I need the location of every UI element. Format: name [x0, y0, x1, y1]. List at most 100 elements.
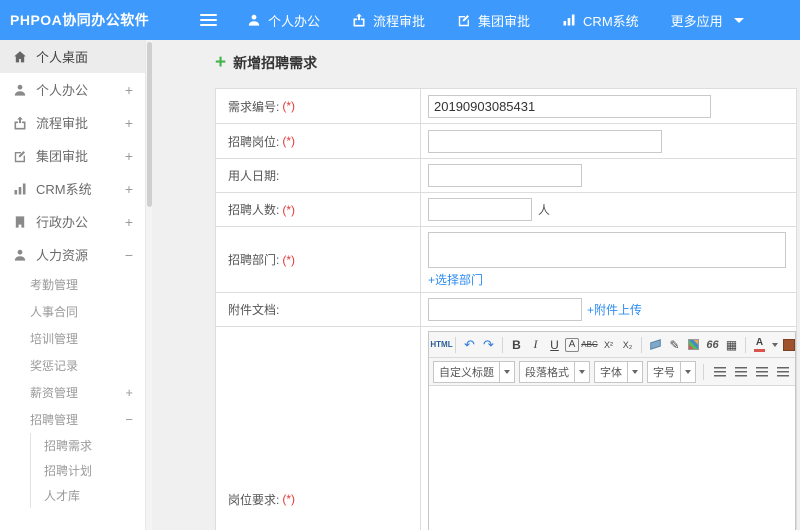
- font-border-button[interactable]: A: [565, 337, 579, 352]
- align-center-button[interactable]: [732, 363, 749, 381]
- font-size-select[interactable]: 字号: [647, 360, 696, 383]
- recruit-request-form: 需求编号: (*) 招聘岗位: (*) 用人日期:: [215, 88, 797, 530]
- palette-icon: [688, 339, 699, 350]
- sidebar-item-rewards[interactable]: 奖惩记录: [0, 352, 145, 379]
- form-row-hire-date: 用人日期:: [216, 159, 796, 193]
- align-right-button[interactable]: [753, 363, 770, 381]
- collapse-icon[interactable]: −: [125, 413, 133, 426]
- underline-button[interactable]: U: [546, 335, 563, 355]
- page-title: 新增招聘需求: [233, 55, 318, 71]
- align-left-button[interactable]: [711, 363, 728, 381]
- headcount-input[interactable]: [428, 198, 532, 221]
- html-source-button[interactable]: HTML: [430, 335, 452, 355]
- label-text: 招聘人数:: [228, 203, 280, 217]
- sidebar-item-label: 人力资源: [36, 248, 89, 263]
- topnav-label: 个人办公: [268, 13, 321, 29]
- eraser-button[interactable]: [647, 335, 664, 355]
- align-justify-icon: [776, 366, 789, 377]
- topbar: PHPOA协同办公软件 个人办公 流程审批 集团审批 CRM系统 更多应用: [0, 0, 800, 40]
- custom-heading-select[interactable]: 自定义标题: [433, 360, 515, 383]
- italic-button[interactable]: I: [527, 335, 544, 355]
- subscript-button[interactable]: X₂: [619, 335, 636, 355]
- editor-content-area[interactable]: [429, 386, 795, 530]
- paragraph-format-select[interactable]: 段落格式: [519, 360, 590, 383]
- color-swatch-button[interactable]: [780, 335, 795, 355]
- attachment-upload-link[interactable]: +附件上传: [587, 301, 642, 318]
- sidebar-item-admin-office[interactable]: 行政办公 +: [0, 205, 145, 238]
- sidebar-item-recruit-mgmt[interactable]: 招聘管理 −: [0, 406, 145, 433]
- select-value: 段落格式: [525, 366, 569, 379]
- toolbar-separator: [502, 336, 503, 353]
- strikethrough-button[interactable]: ABC: [581, 335, 598, 355]
- font-color-label: A: [755, 336, 764, 348]
- sidebar-item-group-approval[interactable]: 集团审批 +: [0, 139, 145, 172]
- topnav-workflow-approval[interactable]: 流程审批: [352, 11, 425, 30]
- hamburger-menu-icon[interactable]: [200, 14, 217, 26]
- sidebar-item-crm[interactable]: CRM系统 +: [0, 172, 145, 205]
- sidebar-item-training[interactable]: 培训管理: [0, 325, 145, 352]
- sidebar-item-personal-office[interactable]: 个人办公 +: [0, 73, 145, 106]
- required-marker: (*): [282, 202, 296, 217]
- department-textarea[interactable]: [428, 232, 786, 268]
- caret-down-icon[interactable]: [772, 342, 778, 347]
- redo-button[interactable]: ↷: [480, 335, 497, 355]
- font-color-bar: [754, 348, 765, 352]
- edit-icon: [12, 149, 28, 163]
- topnav-more-apps[interactable]: 更多应用: [671, 11, 744, 30]
- required-marker: (*): [282, 492, 296, 506]
- undo-button[interactable]: ↶: [461, 335, 478, 355]
- topnav-group-approval[interactable]: 集团审批: [457, 11, 530, 30]
- field-label: 附件文档:: [216, 293, 421, 326]
- sidebar-item-attendance[interactable]: 考勤管理: [0, 271, 145, 298]
- sidebar-item-recruit-request[interactable]: 招聘需求: [31, 433, 145, 458]
- select-department-link[interactable]: +选择部门: [428, 271, 786, 288]
- toolbar-separator: [641, 336, 642, 353]
- expand-icon[interactable]: +: [125, 215, 133, 229]
- expand-icon[interactable]: +: [125, 116, 133, 130]
- expand-icon[interactable]: +: [125, 83, 133, 97]
- font-family-select[interactable]: 字体: [594, 360, 643, 383]
- sidebar-item-label: 奖惩记录: [30, 359, 79, 373]
- expand-icon[interactable]: +: [125, 386, 133, 399]
- topnav-crm[interactable]: CRM系统: [562, 11, 639, 30]
- sidebar-item-workflow-approval[interactable]: 流程审批 +: [0, 106, 145, 139]
- attachment-input[interactable]: [428, 298, 582, 321]
- hire-date-input[interactable]: [428, 164, 582, 187]
- position-input[interactable]: [428, 129, 662, 153]
- sidebar-item-personal-desktop[interactable]: 个人桌面: [0, 40, 145, 73]
- request-no-input[interactable]: [428, 94, 711, 118]
- caret-down-icon: [680, 361, 695, 382]
- select-value: 字号: [653, 366, 675, 379]
- page-header: + 新增招聘需求: [215, 53, 800, 73]
- label-text: 招聘岗位:: [228, 134, 280, 149]
- superscript-button[interactable]: X²: [600, 335, 617, 355]
- topnav-label: CRM系统: [583, 13, 639, 29]
- sidebar-item-talent-pool[interactable]: 人才库: [31, 483, 145, 508]
- sidebar-item-salary[interactable]: 薪资管理 +: [0, 379, 145, 406]
- blockquote-button[interactable]: 66: [704, 335, 721, 355]
- sidebar-item-label: 招聘计划: [44, 464, 93, 478]
- toolbar-separator: [745, 336, 746, 353]
- sidebar-scrollbar[interactable]: [145, 40, 152, 530]
- editor-toolbar-row2: 自定义标题 段落格式 字体 字号: [429, 358, 795, 386]
- label-text: 招聘部门:: [228, 253, 280, 267]
- chart-icon: [562, 13, 576, 27]
- expand-icon[interactable]: +: [125, 149, 133, 163]
- collapse-icon[interactable]: −: [125, 248, 133, 262]
- align-justify-button[interactable]: [774, 363, 791, 381]
- plus-icon: +: [215, 52, 227, 73]
- sidebar-item-recruit-plan[interactable]: 招聘计划: [31, 458, 145, 483]
- sidebar-item-label: 人才库: [44, 489, 81, 503]
- table-button[interactable]: ▦: [723, 335, 740, 355]
- topnav-personal-office[interactable]: 个人办公: [247, 11, 320, 30]
- field-label: 需求编号: (*): [216, 89, 421, 123]
- align-center-icon: [734, 366, 747, 377]
- format-brush-button[interactable]: ✎: [666, 335, 683, 355]
- expand-icon[interactable]: +: [125, 182, 133, 196]
- sidebar-item-hr-contract[interactable]: 人事合同: [0, 298, 145, 325]
- background-color-button[interactable]: [685, 335, 702, 355]
- form-row-position: 招聘岗位: (*): [216, 124, 796, 159]
- font-color-button[interactable]: A: [751, 335, 768, 355]
- bold-button[interactable]: B: [508, 335, 525, 355]
- sidebar-item-hr[interactable]: 人力资源 −: [0, 238, 145, 271]
